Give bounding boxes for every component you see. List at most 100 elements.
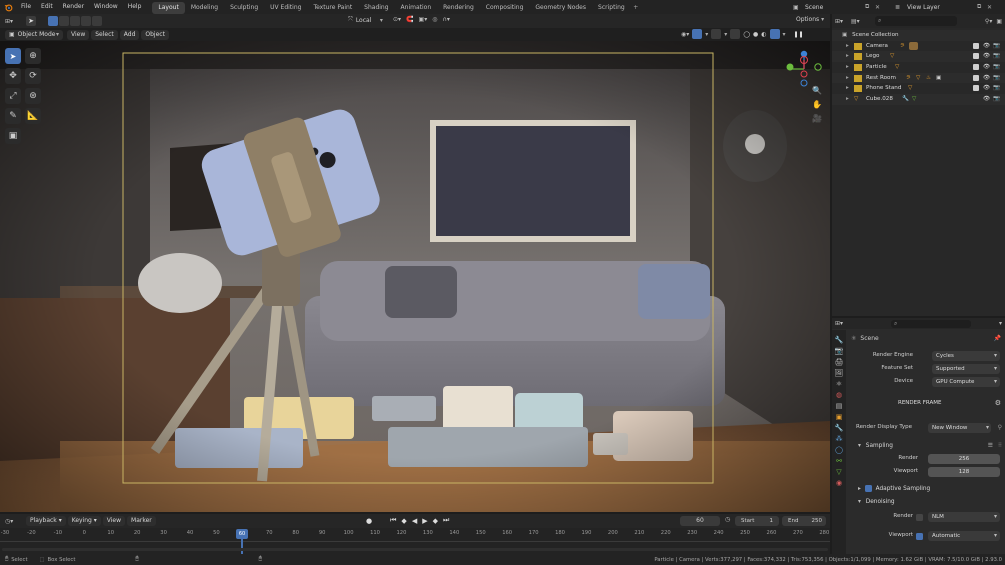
menu-view[interactable]: View <box>102 516 126 526</box>
tab-compositing[interactable]: Compositing <box>480 2 530 14</box>
tab-geometry-nodes[interactable]: Geometry Nodes <box>529 2 592 14</box>
expand-arrow-icon[interactable]: ▸ <box>846 51 849 62</box>
falloff-icon[interactable]: ∩▾ <box>442 16 449 23</box>
adaptive-sampling-checkbox[interactable] <box>864 485 872 492</box>
scene-tab-icon[interactable]: ⚛ <box>836 380 842 388</box>
checkbox-icon[interactable] <box>973 42 979 49</box>
snap-icon[interactable]: 🧲 <box>406 16 413 23</box>
tab-modeling[interactable]: Modeling <box>185 2 224 14</box>
denoise-viewport-dropdown[interactable]: Automatic <box>928 531 1000 541</box>
outliner-root[interactable]: ▣ Scene Collection <box>832 30 1005 41</box>
menu-view[interactable]: View <box>67 29 90 40</box>
tab-scripting[interactable]: Scripting <box>592 2 631 14</box>
options-dropdown[interactable]: Options ▾ <box>796 16 824 23</box>
editor-type-icon[interactable]: ⊞▾ <box>835 320 851 327</box>
filter-icon[interactable]: ⚲▾ <box>985 18 992 25</box>
modifier-tab-icon[interactable]: 🔧 <box>835 424 844 432</box>
timeline-ruler[interactable]: -30 -20 -10 0 10 20 30 40 50 60 70 80 90 100 110 120 130… <box>0 528 830 554</box>
close-icon[interactable]: ✕ <box>875 4 885 11</box>
camera-render-icon[interactable]: 📷 <box>993 51 1000 62</box>
render-samples-input[interactable]: 256 <box>928 454 1000 464</box>
rendered-shading-icon[interactable] <box>769 29 780 39</box>
camera-render-icon[interactable]: 📷 <box>993 83 1000 94</box>
navigation-gizmo[interactable] <box>784 49 824 89</box>
filter-icon[interactable]: ⚲ <box>998 424 1002 431</box>
editor-type-icon[interactable]: ◷▾ <box>0 518 20 525</box>
camera-render-icon[interactable]: 📷 <box>993 41 1000 52</box>
eye-icon[interactable]: 👁 <box>983 73 990 84</box>
wireframe-shading-icon[interactable]: ◯ <box>743 31 750 38</box>
clock-icon[interactable]: ◷ <box>725 516 730 523</box>
outliner-item-particle[interactable]: ▸ Particle ▽ 👁 📷 <box>832 62 1005 73</box>
eye-icon[interactable]: 👁 <box>983 83 990 94</box>
pause-render-icon[interactable]: ❚❚ <box>794 31 804 38</box>
select-mode-subtract-icon[interactable] <box>70 16 80 26</box>
display-mode-icon[interactable]: ▤▾ <box>851 18 867 25</box>
select-box-tool-icon[interactable]: ➤ <box>5 48 21 64</box>
feature-set-dropdown[interactable]: Supported <box>932 364 1000 374</box>
drag-handle-icon[interactable]: ⠿ <box>998 440 1002 453</box>
select-mode-intersect-icon[interactable] <box>92 16 102 26</box>
menu-add[interactable]: Add <box>119 29 140 40</box>
expand-arrow-icon[interactable]: ▸ <box>846 73 849 84</box>
solid-shading-icon[interactable]: ● <box>753 31 758 38</box>
render-display-type-dropdown[interactable]: New Window <box>928 423 991 433</box>
chevron-down-icon[interactable]: ▾ <box>999 320 1002 327</box>
render-engine-dropdown[interactable]: Cycles <box>932 351 1000 361</box>
pivot-icon[interactable]: ⊙▾ <box>393 16 401 23</box>
collection-tab-icon[interactable]: ▤ <box>836 402 843 410</box>
expand-arrow-icon[interactable]: ▸ <box>846 94 849 105</box>
menu-playback[interactable]: Playback ▾ <box>26 516 66 526</box>
3d-viewport[interactable]: ➤ ⊕ ✥ ⟳ ⤢ ⊛ ✎ 📐 ▣ 🔍 ✋ 🎥 <box>0 41 830 512</box>
record-icon[interactable]: ● <box>366 517 372 525</box>
menu-select[interactable]: Select <box>91 29 118 40</box>
proportional-edit-icon[interactable]: ◎ <box>432 16 437 23</box>
tab-uv-editing[interactable]: UV Editing <box>264 2 307 14</box>
tab-texture-paint[interactable]: Texture Paint <box>307 2 358 14</box>
output-tab-icon[interactable]: 🖨 <box>835 358 844 366</box>
tab-animation[interactable]: Animation <box>395 2 438 14</box>
visibility-icon[interactable]: ◉▾ <box>681 31 689 38</box>
jump-start-icon[interactable]: ⏮ <box>390 516 396 525</box>
mode-dropdown[interactable]: ▣ Object Mode ▾ <box>5 29 63 40</box>
menu-edit[interactable]: Edit <box>36 0 58 14</box>
shading-dropdown-icon[interactable]: ▾ <box>783 31 786 38</box>
camera-render-icon[interactable]: 📷 <box>993 62 1000 73</box>
transform-orientation-dropdown[interactable]: ⤧ Local ▾ <box>348 16 383 24</box>
menu-keying[interactable]: Keying ▾ <box>67 516 101 526</box>
jump-end-icon[interactable]: ⏭ <box>443 516 449 525</box>
timeline-scrollbar[interactable] <box>2 548 828 551</box>
constraints-tab-icon[interactable]: ⚯ <box>836 457 842 465</box>
checkbox-icon[interactable] <box>973 64 979 71</box>
pin-icon[interactable]: 📌 <box>994 335 1001 342</box>
rotate-tool-icon[interactable]: ⟳ <box>25 68 41 84</box>
denoise-viewport-checkbox[interactable] <box>916 533 923 540</box>
viewport-samples-input[interactable]: 128 <box>928 467 1000 477</box>
editor-type-icon[interactable]: ⊞▾ <box>835 18 851 25</box>
denoise-render-checkbox[interactable] <box>916 514 923 521</box>
tool-tab-icon[interactable]: 🔧 <box>835 336 844 344</box>
material-shading-icon[interactable]: ◐ <box>761 31 766 38</box>
move-tool-icon[interactable]: ✥ <box>5 68 21 84</box>
gizmo-toggle-icon[interactable] <box>692 29 703 39</box>
tab-rendering[interactable]: Rendering <box>437 2 480 14</box>
world-tab-icon[interactable]: ◍ <box>836 391 842 399</box>
outliner-item-phone-stand[interactable]: ▸ Phone Stand ▽ 👁 📷 <box>832 83 1005 94</box>
eye-icon[interactable]: 👁 <box>983 62 990 73</box>
outliner-item-rest-room[interactable]: ▸ Rest Room ⚞ ▽ ♨ ▣ 👁 📷 <box>832 72 1005 84</box>
preset-list-icon[interactable]: ☰ <box>988 440 993 453</box>
select-mode-extend-icon[interactable] <box>59 16 69 26</box>
gear-icon[interactable]: ⚙ <box>995 399 1001 407</box>
xray-toggle-icon[interactable] <box>730 29 741 39</box>
particles-tab-icon[interactable]: ⁂ <box>836 435 843 443</box>
select-mode-new-icon[interactable] <box>48 16 58 26</box>
tab-shading[interactable]: Shading <box>358 2 394 14</box>
physics-tab-icon[interactable]: ◯ <box>835 446 843 454</box>
snap-target-icon[interactable]: ▣▾ <box>419 16 428 23</box>
cursor-tool-icon[interactable]: ⊕ <box>25 48 41 64</box>
object-tab-icon[interactable]: ▣ <box>836 413 843 421</box>
data-tab-icon[interactable]: ▽ <box>836 468 841 476</box>
overlay-dropdown-icon[interactable]: ▾ <box>724 31 727 38</box>
view-layer-selector[interactable]: ≣ View Layer ⧉ ✕ <box>895 1 997 13</box>
outliner-item-cube-028[interactable]: ▸ ▽ Cube.028 🔧 ▽ 👁 📷 <box>832 94 1005 105</box>
